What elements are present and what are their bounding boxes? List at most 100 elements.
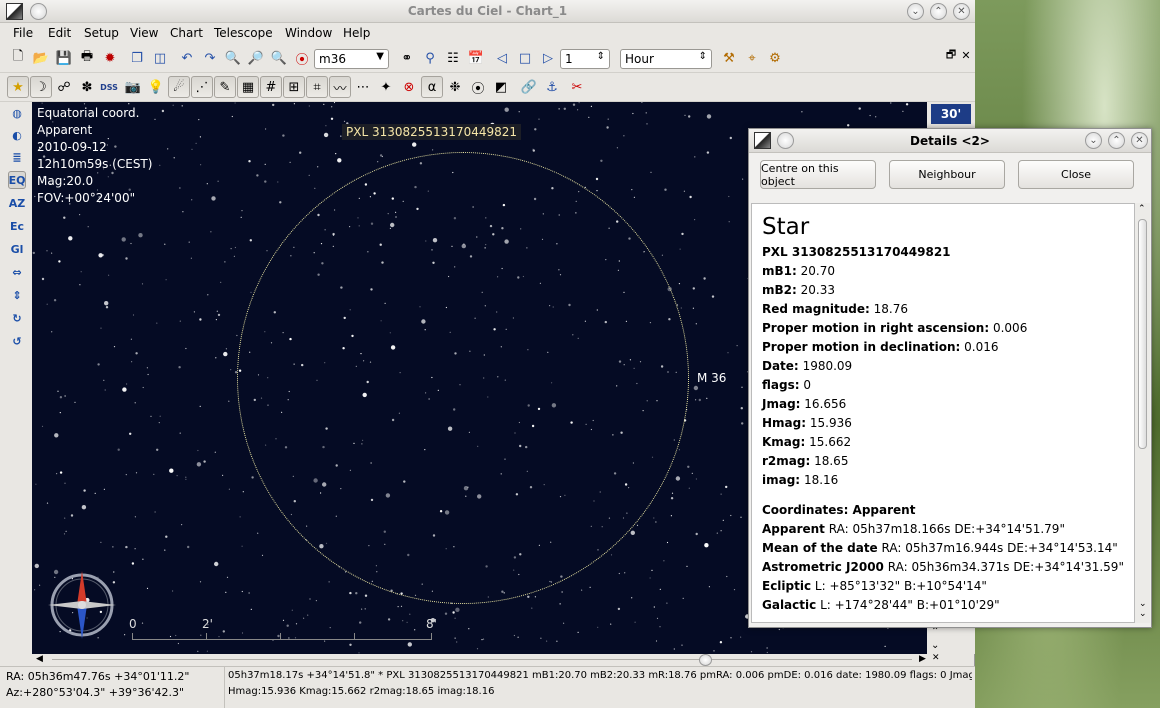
neighbour-button[interactable]: Neighbour	[889, 160, 1005, 189]
zoom-level-badge[interactable]: 30'	[931, 104, 971, 124]
menu-edit[interactable]: Edit	[48, 26, 71, 40]
star	[63, 533, 66, 535]
stop-icon[interactable]: □	[514, 47, 536, 69]
galactic-mode-icon[interactable]: Gl	[8, 240, 26, 258]
step-back-icon[interactable]: ◁	[491, 47, 513, 69]
contrast-icon[interactable]: ◩	[490, 76, 512, 98]
save-icon[interactable]: 💾	[53, 47, 75, 69]
step-forward-icon[interactable]: ▷	[537, 47, 559, 69]
setup-gear-icon[interactable]: ✹	[99, 47, 121, 69]
details-vertical-scrollbar[interactable]: ⌃ ⌄ ⌄	[1135, 203, 1150, 623]
menu-window[interactable]: Window	[285, 26, 332, 40]
no-object-icon[interactable]: ⊗	[398, 76, 420, 98]
flip-horizontal-icon[interactable]: ⇔	[8, 263, 26, 281]
rotate-cw-icon[interactable]: ↻	[8, 309, 26, 327]
close-icon[interactable]: ✕	[953, 3, 970, 20]
comet-icon[interactable]: ☄	[168, 76, 190, 98]
open-folder-icon[interactable]: 📂	[30, 47, 52, 69]
bulb-icon[interactable]: 💡	[145, 76, 167, 98]
star	[256, 174, 259, 177]
undo-icon[interactable]: ↶	[176, 47, 198, 69]
centre-object-icon[interactable]: ⦿	[291, 47, 313, 69]
scroll-up-icon[interactable]: ⌃	[1138, 204, 1146, 214]
step-value-spinbox[interactable]: 1 ⇕	[560, 49, 610, 69]
new-file-icon[interactable]: 🗋	[7, 47, 29, 69]
scroll-down-icon[interactable]: ⌄	[1139, 599, 1147, 609]
milky-way-icon[interactable]: 〰	[329, 76, 351, 98]
list-icon[interactable]: ☷	[442, 47, 464, 69]
star	[704, 543, 709, 548]
notes-icon[interactable]: ≣	[8, 148, 26, 166]
boundary-icon[interactable]: ▦	[237, 76, 259, 98]
star-icon[interactable]: ★	[7, 76, 29, 98]
telescope-icon[interactable]: ⚒	[718, 47, 740, 69]
calendar-icon[interactable]: 📅	[465, 47, 487, 69]
redo-icon[interactable]: ↷	[199, 47, 221, 69]
details-dialog: Details <2> ⌄ ⌃ ✕ Centre on this object …	[748, 128, 1152, 628]
variable-star-icon[interactable]: ☽	[30, 76, 52, 98]
alt-grid-icon[interactable]: ⊞	[283, 76, 305, 98]
flip-vertical-icon[interactable]: ⇕	[8, 286, 26, 304]
remove-mark-icon[interactable]: ✂	[566, 76, 588, 98]
menu-setup[interactable]: Setup	[84, 26, 119, 40]
dialog-minimize-icon[interactable]: ⌄	[1085, 132, 1102, 149]
grid-icon[interactable]: #	[260, 76, 282, 98]
menu-file[interactable]: File	[13, 26, 33, 40]
copy-window-icon[interactable]: ❐	[126, 47, 148, 69]
dialog-maximize-icon[interactable]: ⌃	[1108, 132, 1125, 149]
menu-telescope[interactable]: Telescope	[214, 26, 273, 40]
details-scroll-thumb[interactable]	[1138, 219, 1147, 449]
scroll-right-end-icon[interactable]: ✕	[932, 653, 940, 663]
object-search-combo[interactable]: m36 ▼	[314, 49, 389, 69]
star	[173, 157, 175, 159]
globe-icon[interactable]: ◍	[8, 104, 26, 122]
zoom-fov-icon[interactable]: 🔍	[268, 47, 290, 69]
rotate-ccw-icon[interactable]: ↺	[8, 332, 26, 350]
azimuthal-mode-icon[interactable]: AZ	[8, 194, 26, 212]
scroll-down-icon[interactable]: ⌄	[1139, 609, 1147, 619]
star	[169, 468, 174, 473]
toolbar-close-icon[interactable]: ✕	[955, 44, 977, 66]
alpha-label-icon[interactable]: α	[421, 76, 443, 98]
nebula-icon[interactable]: ✽	[76, 76, 98, 98]
step-unit-select[interactable]: Hour ⇕	[620, 49, 712, 69]
measure-icon[interactable]: ⦿	[467, 76, 489, 98]
telescope-sync-icon[interactable]: ⚙	[764, 47, 786, 69]
anchor-icon[interactable]: ⚓	[541, 76, 563, 98]
centre-on-object-button[interactable]: Centre on this object	[760, 160, 876, 189]
link-icon[interactable]: 🔗	[518, 76, 540, 98]
earth-icon[interactable]: ◐	[8, 126, 26, 144]
scroll-down-icon[interactable]: ⌄	[931, 640, 939, 651]
zoom-out-icon[interactable]: 🔎	[245, 47, 267, 69]
target-icon[interactable]: ⌖	[741, 47, 763, 69]
scroll-thumb[interactable]	[699, 654, 712, 666]
print-icon[interactable]: 🖶	[76, 47, 98, 69]
photo-icon[interactable]: 📷	[122, 76, 144, 98]
asteroid-icon[interactable]: ❉	[444, 76, 466, 98]
ecliptic-mode-icon[interactable]: Ec	[8, 217, 26, 235]
planet-icon[interactable]: ✦	[375, 76, 397, 98]
double-star-icon[interactable]: ☍	[53, 76, 75, 98]
scroll-right-icon[interactable]: ▶	[919, 654, 926, 664]
scroll-left-icon[interactable]: ◀	[36, 654, 43, 664]
close-button[interactable]: Close	[1018, 160, 1134, 189]
menu-chart[interactable]: Chart	[170, 26, 203, 40]
fov-grid-icon[interactable]: ⌗	[306, 76, 328, 98]
scroll-track	[52, 659, 912, 660]
horizon-icon[interactable]: ⋯	[352, 76, 374, 98]
horizontal-scrollbar[interactable]: ◀ ▶ ✕	[32, 653, 944, 666]
tile-window-icon[interactable]: ◫	[149, 47, 171, 69]
pen-icon[interactable]: ✎	[214, 76, 236, 98]
zoom-in-icon[interactable]: 🔍	[222, 47, 244, 69]
maximize-icon[interactable]: ⌃	[930, 3, 947, 20]
menu-view[interactable]: View	[130, 26, 158, 40]
search-people-icon[interactable]: ⚲	[419, 47, 441, 69]
dss-icon[interactable]: DSS	[98, 76, 120, 98]
constellation-line-icon[interactable]: ⋰	[191, 76, 213, 98]
minimize-icon[interactable]: ⌄	[907, 3, 924, 20]
equatorial-mode-icon[interactable]: EQ	[8, 171, 26, 189]
menu-help[interactable]: Help	[343, 26, 370, 40]
binoculars-icon[interactable]: ⚭	[396, 47, 418, 69]
dialog-close-icon[interactable]: ✕	[1131, 132, 1148, 149]
star	[518, 111, 520, 113]
